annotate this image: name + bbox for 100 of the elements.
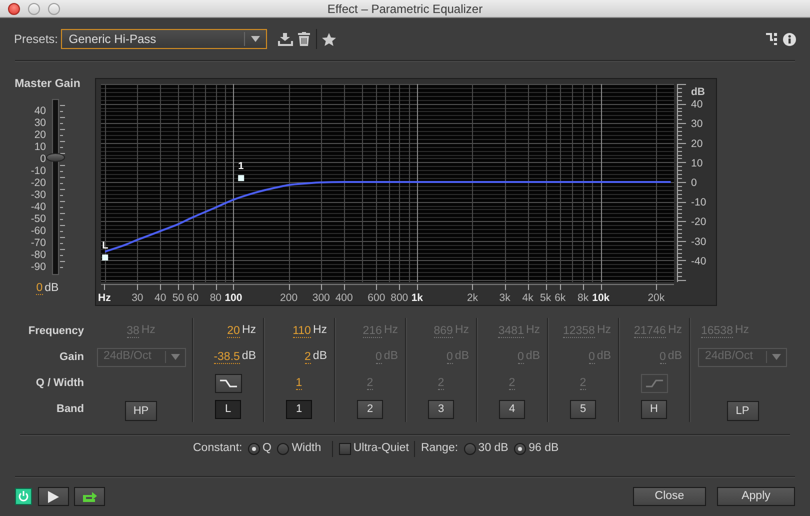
loop-icon bbox=[82, 491, 98, 502]
radio-option[interactable]: Width bbox=[276, 440, 322, 458]
axis-label: 0 bbox=[691, 177, 697, 190]
axis-label: 4k bbox=[522, 292, 534, 304]
scale-label: -60 bbox=[30, 224, 46, 237]
axis-label: 30 bbox=[691, 118, 703, 130]
axis-label: 300 bbox=[312, 292, 330, 304]
trash-icon[interactable] bbox=[298, 32, 310, 46]
gain-value[interactable]: 2 bbox=[304, 350, 311, 364]
band-button[interactable]: 1 bbox=[286, 400, 312, 418]
row-label: Band bbox=[56, 402, 85, 417]
master-gain-label: Master Gain bbox=[14, 77, 80, 92]
scale-label: -30 bbox=[30, 188, 46, 201]
axis-label: -10 bbox=[691, 196, 706, 209]
checkbox-option[interactable]: Ultra-Quiet bbox=[338, 440, 409, 458]
radio-option[interactable]: Q bbox=[248, 440, 272, 458]
scale-label: 30 bbox=[33, 116, 46, 129]
option-label: Range: bbox=[420, 441, 458, 456]
axis-label: -40 bbox=[691, 255, 706, 268]
close-button[interactable]: Close bbox=[633, 487, 706, 506]
radio-option[interactable]: 30 dB bbox=[464, 440, 508, 458]
unit-label: Hz bbox=[242, 323, 256, 338]
unit-label: dB bbox=[312, 349, 327, 364]
apply-button[interactable]: Apply bbox=[717, 487, 795, 506]
axis-label: 20 bbox=[691, 138, 703, 150]
axis-label: 40 bbox=[154, 292, 166, 304]
window-title: Effect – Parametric Equalizer bbox=[327, 1, 483, 17]
scale-label: -80 bbox=[30, 248, 46, 261]
play-button[interactable] bbox=[38, 487, 68, 506]
band-button[interactable]: L bbox=[215, 400, 241, 418]
shelf-icon bbox=[646, 378, 662, 388]
axis-label: 30 bbox=[132, 292, 144, 304]
gain-value[interactable]: -38.5 bbox=[214, 350, 240, 364]
band-button[interactable]: 4 bbox=[499, 400, 525, 418]
power-button[interactable] bbox=[15, 488, 32, 505]
axis-title: dB bbox=[691, 86, 705, 98]
frequency-value[interactable]: 110 bbox=[292, 324, 311, 338]
handle-label: L bbox=[102, 240, 108, 252]
axis-label: -20 bbox=[691, 216, 706, 228]
scale-label: 20 bbox=[33, 128, 46, 141]
slider-thumb[interactable] bbox=[46, 152, 65, 162]
handle-label: 1 bbox=[238, 161, 244, 172]
routing-icon[interactable] bbox=[766, 33, 778, 45]
scale-label: -70 bbox=[30, 236, 46, 249]
scale-label: -10 bbox=[30, 164, 46, 177]
loop-button[interactable] bbox=[74, 487, 105, 506]
star-icon[interactable] bbox=[322, 32, 336, 46]
axis-title: Hz bbox=[98, 292, 111, 304]
axis-label: 6k bbox=[554, 292, 566, 304]
band-handle[interactable] bbox=[238, 175, 244, 182]
unit-label: dB bbox=[242, 349, 256, 364]
band-button[interactable]: H bbox=[641, 400, 667, 418]
caret-icon bbox=[772, 354, 781, 360]
presets-dropdown[interactable]: Generic Hi-Pass bbox=[60, 29, 267, 49]
axis-label: 10k bbox=[592, 292, 610, 304]
caret-icon bbox=[170, 354, 180, 360]
scale-label: -90 bbox=[30, 260, 46, 273]
play-icon bbox=[48, 490, 58, 502]
axis-label: 40 bbox=[691, 98, 703, 111]
info-icon[interactable] bbox=[783, 32, 796, 46]
axis-label: 10 bbox=[691, 157, 703, 170]
gain-slider[interactable] bbox=[46, 98, 65, 275]
band-button[interactable]: HP bbox=[125, 401, 157, 421]
axis-label: 400 bbox=[335, 292, 353, 304]
presets-label: Presets: bbox=[14, 31, 58, 48]
row-label: Gain bbox=[58, 350, 85, 365]
gain-value[interactable]: 0 bbox=[36, 282, 43, 296]
row-label: Q / Width bbox=[34, 376, 85, 391]
axis-label: 60 bbox=[186, 292, 199, 304]
q-value[interactable]: 1 bbox=[296, 376, 302, 390]
option-label: Constant: bbox=[193, 441, 242, 456]
scale-label: 40 bbox=[33, 104, 46, 117]
shelf-button[interactable] bbox=[214, 374, 242, 392]
band-button[interactable]: LP bbox=[726, 401, 758, 421]
axis-label: 1k bbox=[411, 292, 424, 304]
unit-label: dB bbox=[44, 282, 59, 294]
axis-label: 200 bbox=[280, 292, 298, 304]
close-button[interactable] bbox=[8, 3, 20, 15]
shelf-icon bbox=[220, 378, 236, 388]
band-button[interactable]: 5 bbox=[570, 400, 596, 418]
axis-label: 5k bbox=[540, 292, 552, 304]
axis-label: 50 bbox=[172, 292, 184, 304]
unit-label: Hz bbox=[312, 323, 327, 338]
band-button[interactable]: 2 bbox=[357, 400, 383, 418]
scale-label: -20 bbox=[30, 176, 46, 189]
axis-label: 8k bbox=[578, 292, 589, 304]
axis-label: 3k bbox=[499, 292, 510, 304]
axis-label: 100 bbox=[224, 292, 242, 304]
save-icon[interactable] bbox=[278, 32, 293, 46]
axis-label: 600 bbox=[368, 292, 386, 304]
axis-label: 800 bbox=[390, 292, 408, 304]
frequency-value[interactable]: 20 bbox=[227, 324, 240, 338]
band-button[interactable]: 3 bbox=[428, 400, 454, 418]
scale-label: 0 bbox=[39, 152, 46, 165]
radio-option[interactable]: 96 dB bbox=[514, 440, 559, 458]
row-label: Frequency bbox=[27, 324, 85, 339]
power-icon bbox=[18, 491, 29, 502]
axis-label: -30 bbox=[691, 236, 706, 248]
axis-label: 20k bbox=[648, 292, 665, 304]
scale-label: 10 bbox=[33, 140, 46, 153]
